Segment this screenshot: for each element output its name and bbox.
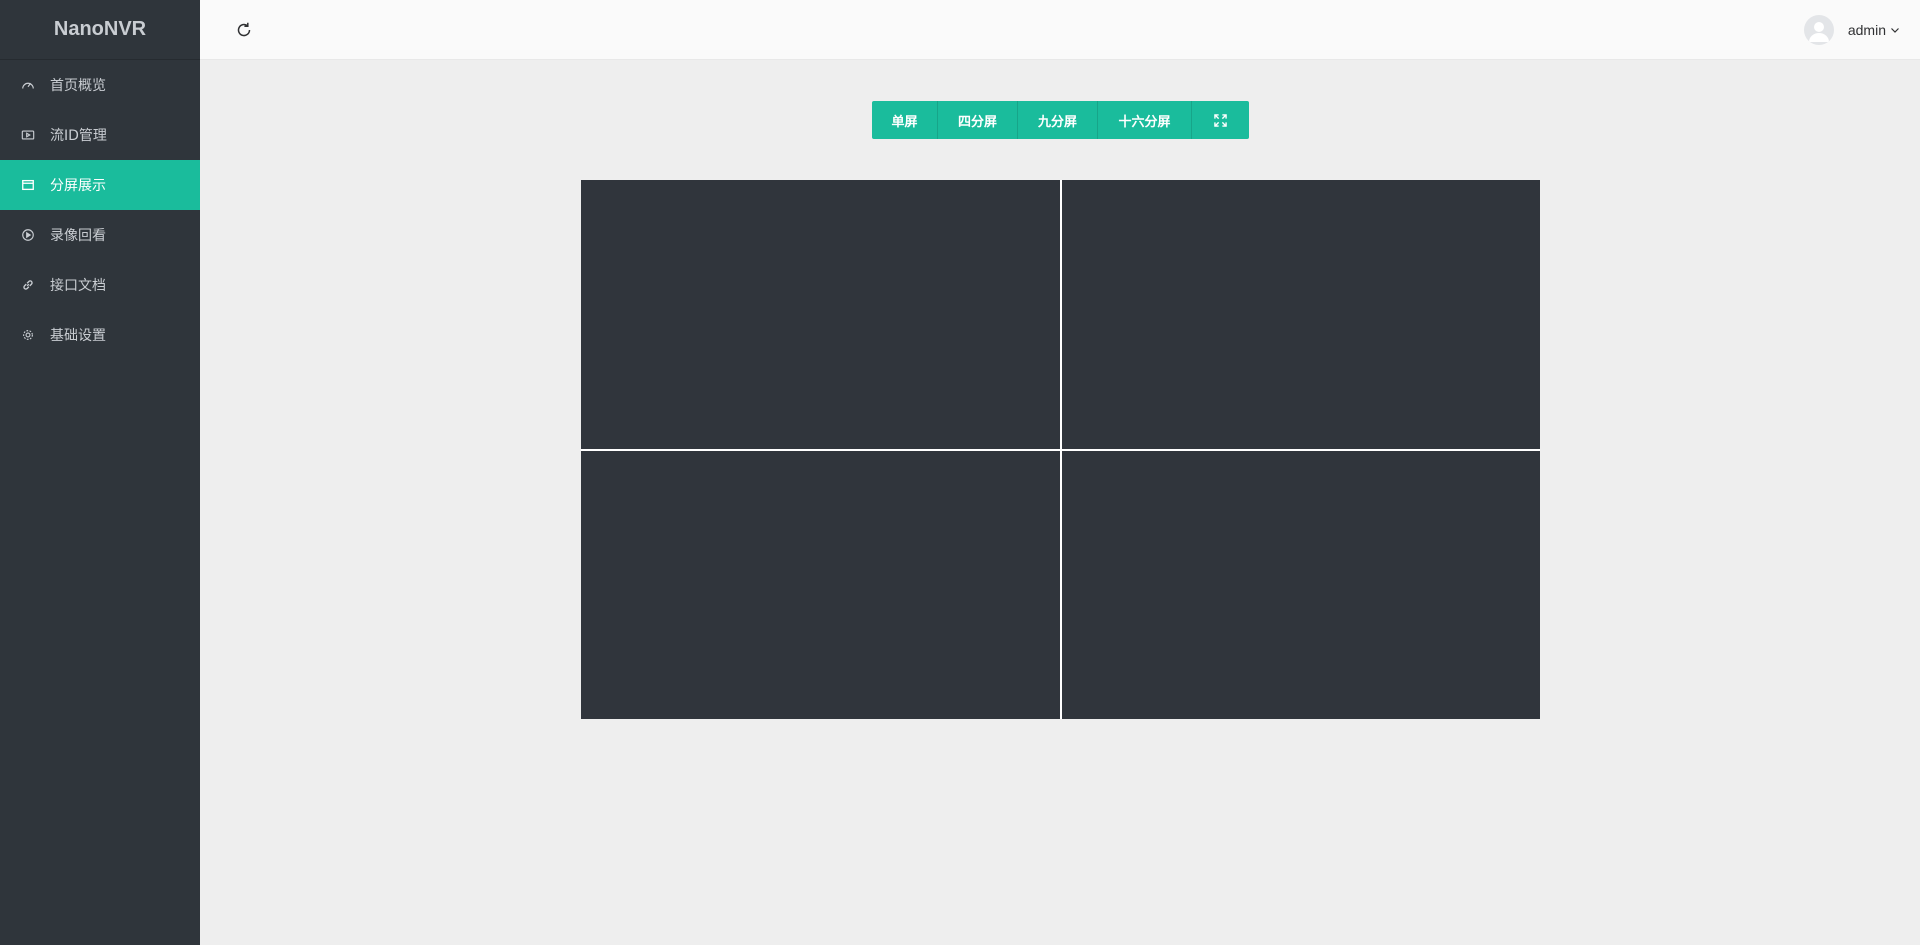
video-grid bbox=[581, 180, 1540, 719]
top-header: admin bbox=[200, 0, 1920, 60]
video-cell[interactable] bbox=[1061, 450, 1540, 719]
layout-button-group: 单屏 四分屏 九分屏 十六分屏 bbox=[872, 101, 1249, 139]
play-circle-icon bbox=[20, 227, 36, 243]
link-icon bbox=[20, 277, 36, 293]
sixteen-screen-button[interactable]: 十六分屏 bbox=[1098, 101, 1192, 139]
fullscreen-icon bbox=[1214, 113, 1227, 127]
video-icon bbox=[20, 127, 36, 143]
avatar[interactable] bbox=[1803, 14, 1834, 45]
sidebar-nav: 首页概览 流ID管理 分屏展示 录像回看 接口文档 基础设置 bbox=[0, 60, 200, 360]
nine-screen-button[interactable]: 九分屏 bbox=[1018, 101, 1098, 139]
sidebar-item-stream-id[interactable]: 流ID管理 bbox=[0, 110, 200, 160]
sidebar-item-split-screen[interactable]: 分屏展示 bbox=[0, 160, 200, 210]
gear-icon bbox=[20, 327, 36, 343]
sidebar-item-playback[interactable]: 录像回看 bbox=[0, 210, 200, 260]
video-cell[interactable] bbox=[581, 450, 1060, 719]
username[interactable]: admin bbox=[1848, 22, 1886, 38]
main-content: 单屏 四分屏 九分屏 十六分屏 bbox=[200, 60, 1920, 945]
sidebar-item-api-docs[interactable]: 接口文档 bbox=[0, 260, 200, 310]
brand-logo[interactable]: NanoNVR bbox=[0, 0, 200, 60]
sidebar-item-label: 接口文档 bbox=[50, 278, 106, 294]
video-cell[interactable] bbox=[581, 180, 1060, 449]
sidebar-item-label: 流ID管理 bbox=[50, 128, 107, 144]
single-screen-button[interactable]: 单屏 bbox=[872, 101, 938, 139]
sidebar-item-overview[interactable]: 首页概览 bbox=[0, 60, 200, 110]
video-cell[interactable] bbox=[1061, 180, 1540, 449]
four-screen-button[interactable]: 四分屏 bbox=[938, 101, 1018, 139]
window-icon bbox=[20, 177, 36, 193]
dashboard-icon bbox=[20, 77, 36, 93]
sidebar-item-label: 分屏展示 bbox=[50, 178, 106, 194]
sidebar: NanoNVR 首页概览 流ID管理 分屏展示 录像回看 接口文档 基础设置 bbox=[0, 0, 200, 945]
user-menu[interactable]: admin bbox=[1803, 14, 1900, 45]
chevron-down-icon[interactable] bbox=[1890, 25, 1900, 35]
sidebar-item-label: 首页概览 bbox=[50, 78, 106, 94]
sidebar-item-label: 基础设置 bbox=[50, 328, 106, 344]
sidebar-item-settings[interactable]: 基础设置 bbox=[0, 310, 200, 360]
fullscreen-button[interactable] bbox=[1192, 101, 1249, 139]
sidebar-item-label: 录像回看 bbox=[50, 228, 106, 244]
refresh-icon[interactable] bbox=[234, 20, 254, 40]
